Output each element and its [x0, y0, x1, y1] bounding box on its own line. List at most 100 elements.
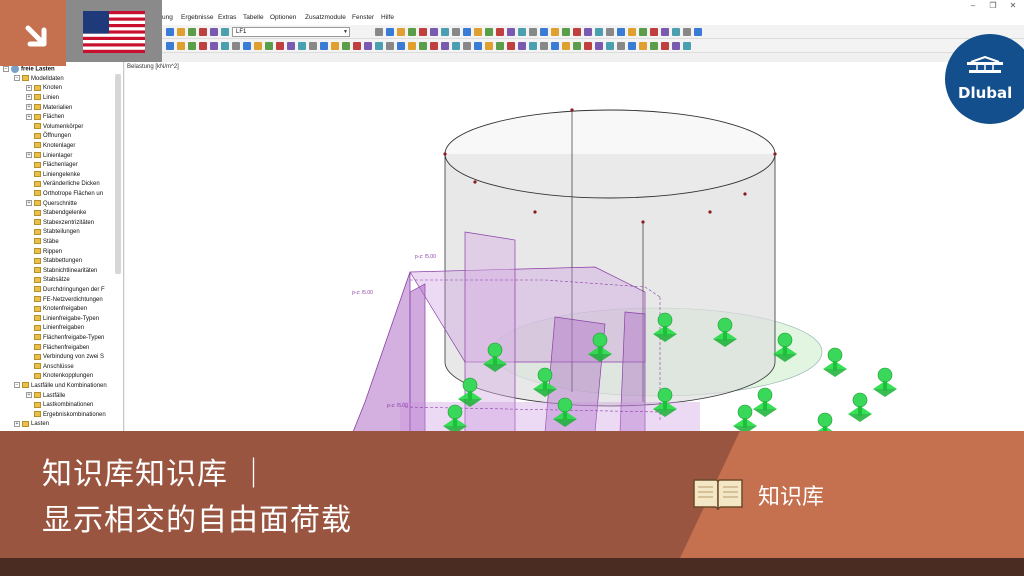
collapse-icon[interactable]: − — [14, 382, 20, 389]
menu-item-window[interactable]: Fenster — [352, 14, 374, 21]
expand-icon[interactable]: + — [26, 113, 32, 120]
toolbar-button-icon[interactable] — [188, 42, 196, 50]
tree-item[interactable]: Knotenfreigaben — [26, 305, 87, 315]
toolbar-button-icon[interactable] — [562, 42, 570, 50]
toolbar-button-icon[interactable] — [441, 42, 449, 50]
toolbar-button-icon[interactable] — [221, 28, 229, 36]
toolbar-button-icon[interactable] — [474, 42, 482, 50]
toolbar-button-icon[interactable] — [584, 42, 592, 50]
toolbar-button-icon[interactable] — [386, 28, 394, 36]
tree-item[interactable]: Volumenkörper — [26, 123, 83, 133]
menu-item-addons[interactable]: Zusatzmodule — [305, 14, 346, 21]
menu-item-partial[interactable]: ung — [162, 14, 173, 21]
toolbar-button-icon[interactable] — [562, 28, 570, 36]
tree-item[interactable]: Stabsätze — [26, 276, 70, 286]
toolbar-button-icon[interactable] — [276, 42, 284, 50]
maximize-icon[interactable]: ❐ — [984, 0, 1002, 11]
loadcase-select[interactable]: LF1 ▼ — [232, 27, 350, 37]
toolbar-button-icon[interactable] — [518, 28, 526, 36]
tree-item[interactable]: Stabexzentrizitäten — [26, 219, 94, 229]
toolbar-button-icon[interactable] — [573, 28, 581, 36]
toolbar-button-icon[interactable] — [496, 28, 504, 36]
tree-item[interactable]: Flächenfreigabe-Typen — [26, 334, 104, 344]
toolbar-button-icon[interactable] — [474, 28, 482, 36]
us-flag-icon[interactable] — [83, 11, 145, 53]
toolbar-button-icon[interactable] — [397, 42, 405, 50]
tree-item[interactable]: Flächenlager — [26, 161, 78, 171]
tree-item[interactable]: − Modelldaten — [14, 75, 64, 85]
toolbar-button-icon[interactable] — [452, 42, 460, 50]
tree-item[interactable]: Stabnichtlinearitäten — [26, 267, 97, 277]
toolbar-button-icon[interactable] — [595, 28, 603, 36]
tree-item[interactable]: Stabbettungen — [26, 257, 82, 267]
tree-item[interactable]: Orthotrope Flächen un — [26, 190, 103, 200]
toolbar-button-icon[interactable] — [650, 42, 658, 50]
toolbar-button-icon[interactable] — [661, 28, 669, 36]
toolbar-button-icon[interactable] — [221, 42, 229, 50]
toolbar-button-icon[interactable] — [188, 28, 196, 36]
toolbar-button-icon[interactable] — [639, 42, 647, 50]
toolbar-button-icon[interactable] — [683, 28, 691, 36]
toolbar-button-icon[interactable] — [320, 42, 328, 50]
toolbar-button-icon[interactable] — [463, 28, 471, 36]
toolbar-button-icon[interactable] — [243, 42, 251, 50]
toolbar-button-icon[interactable] — [298, 42, 306, 50]
toolbar-button-icon[interactable] — [430, 42, 438, 50]
toolbar-button-icon[interactable] — [430, 28, 438, 36]
tree-item[interactable]: Linienfreigabe-Typen — [26, 315, 99, 325]
navigator-scrollbar[interactable] — [115, 74, 121, 274]
toolbar-button-icon[interactable] — [287, 42, 295, 50]
toolbar-button-icon[interactable] — [408, 28, 416, 36]
tree-item[interactable]: + Linien — [26, 94, 59, 104]
toolbar-button-icon[interactable] — [342, 42, 350, 50]
toolbar-button-icon[interactable] — [507, 28, 515, 36]
collapse-icon[interactable]: − — [3, 66, 9, 72]
toolbar-button-icon[interactable] — [628, 42, 636, 50]
tree-item[interactable]: + Knoten — [26, 84, 62, 94]
tree-item[interactable]: Stabendgelenke — [26, 209, 86, 219]
tree-item[interactable]: − Lastfälle und Kombinationen — [14, 382, 107, 392]
graphics-viewport[interactable]: Belastung [kN/m^2] p-z: /5.00 p-z: /5.00 — [125, 62, 1024, 432]
toolbar-button-icon[interactable] — [529, 42, 537, 50]
toolbar-button-icon[interactable] — [199, 42, 207, 50]
toolbar-button-icon[interactable] — [463, 42, 471, 50]
menu-item-tools[interactable]: Extras — [218, 14, 236, 21]
toolbar-button-icon[interactable] — [694, 28, 702, 36]
expand-icon[interactable]: + — [26, 152, 32, 159]
toolbar-button-icon[interactable] — [650, 28, 658, 36]
close-icon[interactable]: ✕ — [1004, 0, 1022, 11]
toolbar-button-icon[interactable] — [166, 28, 174, 36]
tree-item[interactable]: + Querschnitte — [26, 200, 77, 210]
expand-icon[interactable]: + — [26, 392, 32, 399]
tree-item[interactable]: FE-Netzverdichtungen — [26, 296, 103, 306]
toolbar-button-icon[interactable] — [353, 42, 361, 50]
toolbar-button-icon[interactable] — [551, 42, 559, 50]
tree-item[interactable]: Linienfreigaben — [26, 324, 84, 334]
toolbar-button-icon[interactable] — [507, 42, 515, 50]
tree-item[interactable]: + Linienlager — [26, 152, 72, 162]
toolbar-button-icon[interactable] — [606, 42, 614, 50]
tree-root[interactable]: − freie Lasten — [3, 65, 55, 75]
toolbar-button-icon[interactable] — [166, 42, 174, 50]
toolbar-button-icon[interactable] — [177, 42, 185, 50]
tree-item[interactable]: Durchdringungen der F — [26, 286, 105, 296]
toolbar-button-icon[interactable] — [595, 42, 603, 50]
toolbar-button-icon[interactable] — [518, 42, 526, 50]
tree-item[interactable]: Stabteilungen — [26, 228, 80, 238]
tree-item[interactable]: + Materialien — [26, 104, 72, 114]
toolbar-button-icon[interactable] — [177, 28, 185, 36]
toolbar-button-icon[interactable] — [408, 42, 416, 50]
toolbar-button-icon[interactable] — [617, 28, 625, 36]
tree-item[interactable]: Stäbe — [26, 238, 59, 248]
toolbar-button-icon[interactable] — [485, 28, 493, 36]
menu-item-results[interactable]: Ergebnisse — [181, 14, 214, 21]
expand-icon[interactable]: + — [26, 84, 32, 91]
toolbar-button-icon[interactable] — [551, 28, 559, 36]
toolbar-button-icon[interactable] — [672, 28, 680, 36]
toolbar-button-icon[interactable] — [397, 28, 405, 36]
toolbar-button-icon[interactable] — [210, 42, 218, 50]
tree-item[interactable]: Öffnungen — [26, 132, 71, 142]
expand-icon[interactable]: + — [14, 420, 20, 427]
language-tile[interactable] — [66, 0, 162, 62]
tree-item[interactable]: Rippen — [26, 248, 62, 258]
